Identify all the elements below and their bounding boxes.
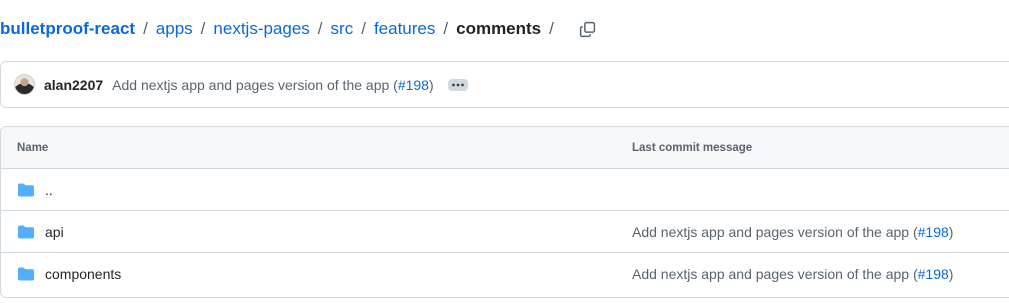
commit-pr-link[interactable]: #198	[398, 77, 429, 93]
breadcrumb-separator: /	[443, 19, 449, 38]
copy-path-button[interactable]	[574, 15, 602, 43]
folder-link-api[interactable]: api	[45, 224, 64, 240]
commit-details-button[interactable]	[447, 78, 468, 91]
commit-message-text[interactable]: Add nextjs app and pages version of the …	[112, 77, 398, 93]
folder-link-components[interactable]: components	[45, 266, 121, 282]
commit-author-link[interactable]: alan2207	[44, 77, 103, 93]
commit-message-link[interactable]: Add nextjs app and pages version of the …	[632, 224, 918, 240]
commit-message-end: )	[428, 76, 434, 93]
parent-directory-link[interactable]: ..	[45, 182, 53, 198]
ellipsis-icon	[451, 83, 464, 86]
latest-commit-bar: alan2207 Add nextjs app and pages versio…	[0, 61, 1009, 108]
commit-message-cell: Add nextjs app and pages version of the …	[632, 266, 1009, 282]
commit-message-link[interactable]: Add nextjs app and pages version of the …	[632, 266, 918, 282]
commit-pr-link[interactable]: #198	[918, 224, 949, 240]
commit-pr-link[interactable]: #198	[918, 266, 949, 282]
breadcrumb-item-apps[interactable]: apps	[156, 17, 193, 41]
breadcrumb-item-features[interactable]: features	[374, 17, 435, 41]
breadcrumb-separator: /	[361, 19, 366, 38]
avatar[interactable]	[14, 74, 35, 95]
file-name-cell: components	[1, 266, 632, 282]
breadcrumb-separator: /	[549, 19, 554, 38]
folder-icon	[17, 266, 35, 282]
breadcrumb-item-nextjs-pages[interactable]: nextjs-pages	[213, 17, 309, 41]
breadcrumb-separator: /	[200, 19, 206, 38]
breadcrumb-separator: /	[143, 19, 148, 38]
commit-message-end: )	[948, 223, 954, 240]
column-header-name: Name	[17, 141, 49, 154]
breadcrumb: bulletproof-react / apps / nextjs-pages …	[0, 17, 602, 41]
breadcrumb-current: comments	[456, 19, 542, 38]
file-table: Name Last commit message .. api Add next…	[0, 126, 1009, 298]
file-name-cell: api	[1, 224, 632, 240]
folder-icon	[17, 224, 35, 240]
commit-message-cell: Add nextjs app and pages version of the …	[632, 224, 1009, 240]
folder-icon	[17, 182, 35, 198]
commit-message: Add nextjs app and pages version of the …	[112, 77, 433, 93]
copy-icon	[580, 21, 596, 37]
column-header-last-commit: Last commit message	[632, 141, 753, 154]
breadcrumb-separator: /	[317, 19, 323, 38]
table-row-api[interactable]: api Add nextjs app and pages version of …	[1, 211, 1009, 253]
breadcrumb-item-src[interactable]: src	[331, 17, 354, 41]
table-header: Name Last commit message	[1, 127, 1009, 169]
breadcrumb-repo-link[interactable]: bulletproof-react	[0, 17, 135, 41]
file-name-cell: ..	[1, 182, 632, 198]
table-row-parent[interactable]: ..	[1, 169, 1009, 211]
table-row-components[interactable]: components Add nextjs app and pages vers…	[1, 253, 1009, 295]
commit-message-end: )	[948, 266, 954, 282]
